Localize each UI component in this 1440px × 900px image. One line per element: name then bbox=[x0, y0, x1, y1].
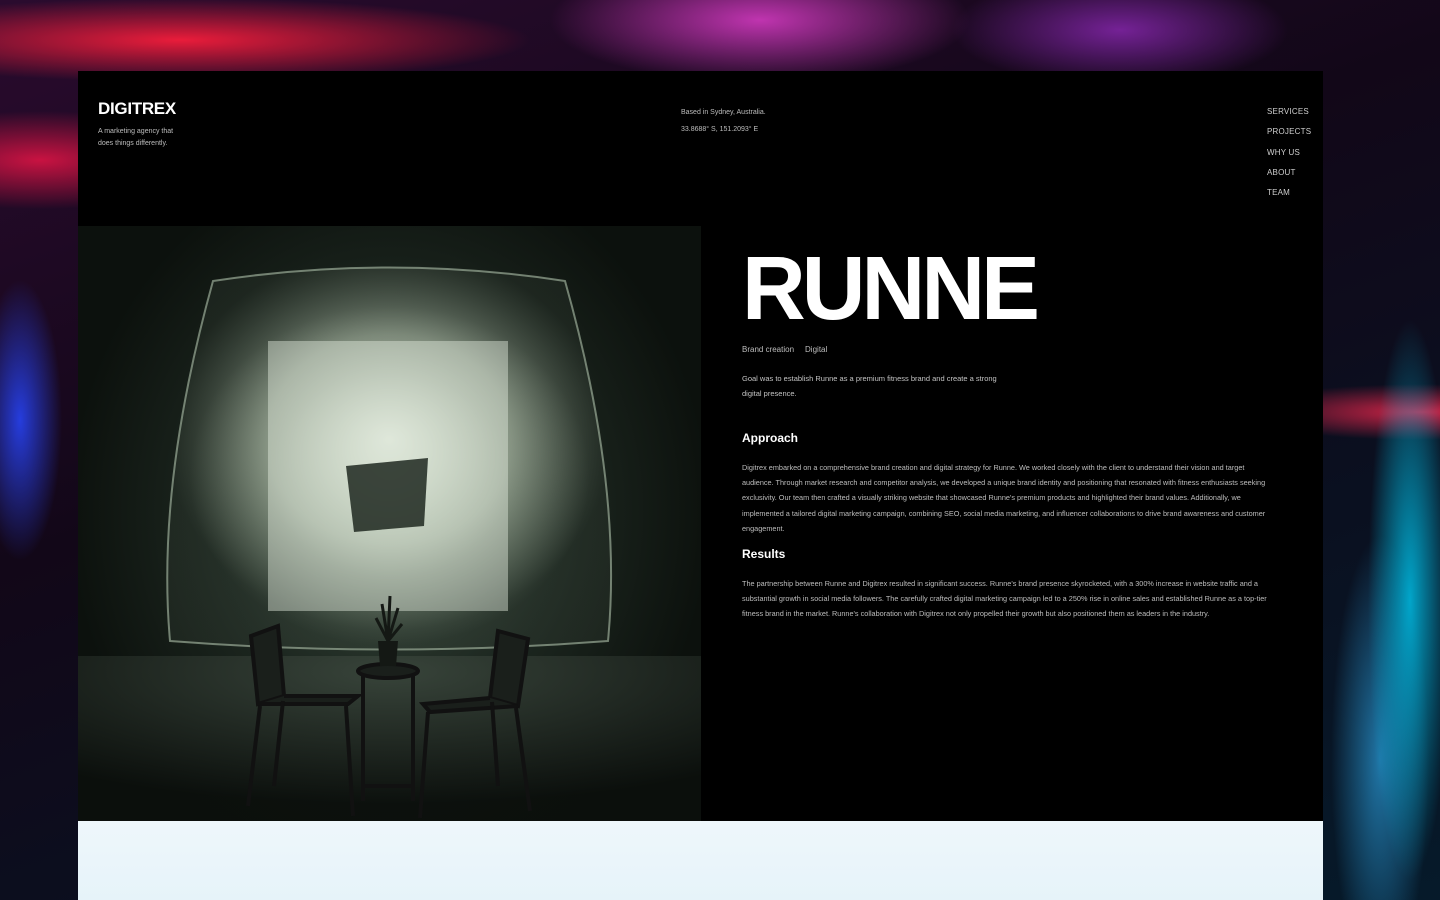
nav-item-about[interactable]: ABOUT bbox=[1267, 163, 1311, 183]
approach-text: Digitrex embarked on a comprehensive bra… bbox=[742, 463, 1266, 533]
nav-item-team[interactable]: TEAM bbox=[1267, 183, 1311, 203]
nav-item-why-us[interactable]: WHY US bbox=[1267, 143, 1311, 163]
location-coordinates: 33.8688° S, 151.2093° E bbox=[681, 126, 759, 133]
nav-item-projects[interactable]: PROJECTS bbox=[1267, 122, 1311, 142]
project-details: RUNNE Brand creation Digital Goal was to… bbox=[742, 241, 1282, 629]
tag-brand-creation: Brand creation bbox=[742, 345, 795, 354]
results-heading: Results bbox=[742, 547, 786, 562]
main-nav: SERVICES PROJECTS WHY US ABOUT TEAM bbox=[1267, 102, 1311, 203]
nav-item-services[interactable]: SERVICES bbox=[1267, 102, 1311, 122]
project-hero-image bbox=[78, 226, 701, 821]
site-frame: DIGITREX A marketing agency that does th… bbox=[78, 71, 1323, 900]
logo[interactable]: DIGITREX bbox=[98, 99, 176, 119]
project-goal: Goal was to establish Runne as a premium… bbox=[742, 374, 997, 398]
tag-digital: Digital bbox=[805, 345, 828, 354]
project-tags: Brand creation Digital bbox=[742, 345, 1282, 354]
tagline: A marketing agency that does things diff… bbox=[98, 128, 174, 147]
location-info: Based in Sydney, Australia. 33.8688° S, … bbox=[681, 104, 766, 138]
project-title: RUNNE bbox=[742, 239, 1040, 339]
results-text: The partnership between Runne and Digitr… bbox=[742, 579, 1267, 619]
room-illustration bbox=[78, 266, 701, 821]
location-city: Based in Sydney, Australia. bbox=[681, 109, 766, 116]
next-section-preview bbox=[78, 821, 1323, 900]
approach-heading: Approach bbox=[742, 431, 799, 445]
site-header: DIGITREX A marketing agency that does th… bbox=[78, 71, 1323, 226]
